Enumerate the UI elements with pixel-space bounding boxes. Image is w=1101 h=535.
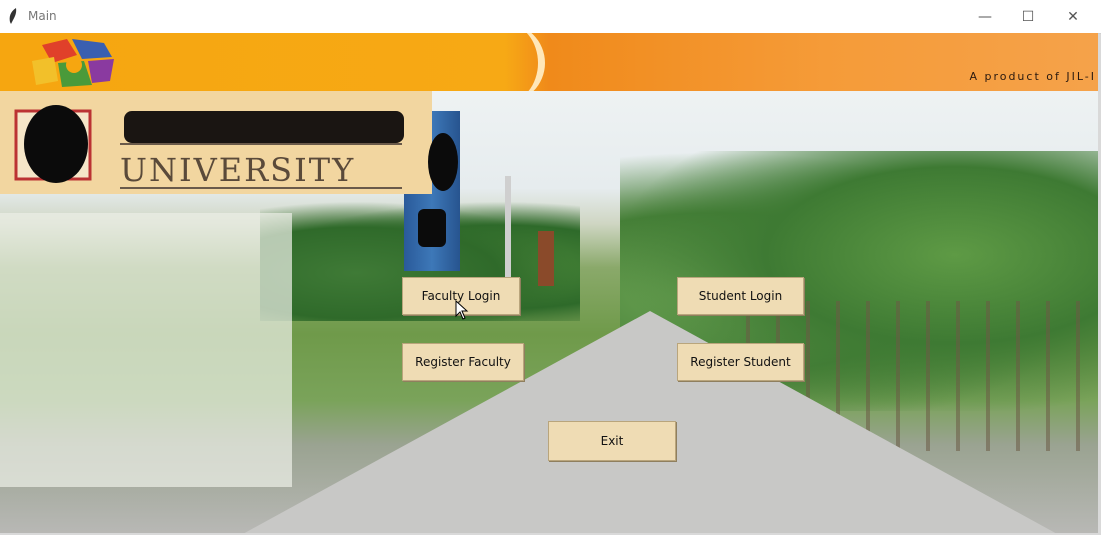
- logo-icon: [32, 39, 114, 87]
- redaction-mark: [24, 105, 88, 183]
- cursor-icon: [455, 300, 469, 320]
- campus-banner-small: [538, 231, 554, 286]
- university-header: UNIVERSITY: [0, 91, 432, 194]
- window-title: Main: [28, 9, 57, 23]
- feather-icon: [9, 8, 17, 24]
- top-banner: A product of JIL-I: [0, 33, 1098, 103]
- banner-tagline: A product of JIL-I: [969, 70, 1096, 83]
- student-login-button[interactable]: Student Login: [677, 277, 804, 315]
- minimize-button[interactable]: —: [962, 0, 1008, 33]
- header-rule-bottom: [120, 187, 402, 189]
- maximize-button[interactable]: ☐: [1005, 0, 1051, 33]
- register-student-button[interactable]: Register Student: [677, 343, 804, 381]
- translucent-panel: [0, 213, 292, 487]
- window-titlebar: Main — ☐ ✕: [0, 0, 1101, 34]
- university-label: UNIVERSITY: [120, 151, 356, 189]
- university-name-redacted: [124, 111, 404, 143]
- redaction-mark-3: [418, 209, 446, 247]
- exit-button[interactable]: Exit: [548, 421, 676, 461]
- register-faculty-button[interactable]: Register Faculty: [402, 343, 524, 381]
- close-button[interactable]: ✕: [1050, 0, 1096, 33]
- header-rule-top: [120, 143, 402, 145]
- redaction-mark-2: [428, 133, 458, 191]
- main-content: A product of JIL-I UNIVERSITY Faculty Lo…: [0, 33, 1098, 533]
